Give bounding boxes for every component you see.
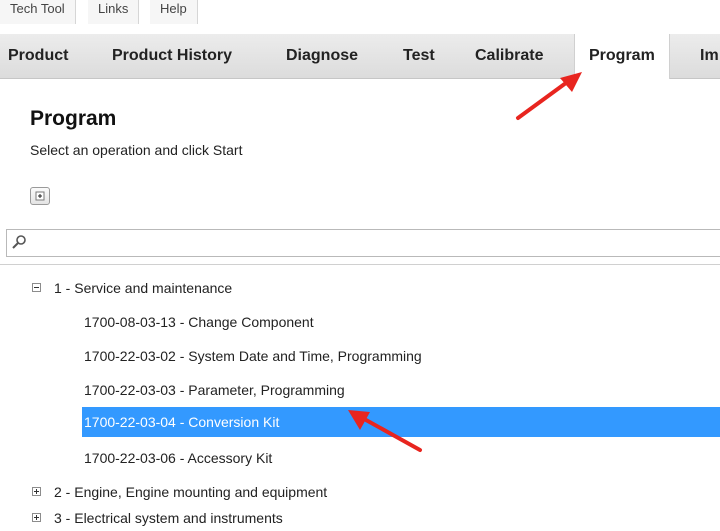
plus-icon [35, 191, 45, 201]
expand-toggle-icon[interactable] [32, 487, 41, 496]
tree-item-label: 1700-22-03-06 - Accessory Kit [84, 450, 273, 466]
tree-item[interactable]: 1700-22-03-03 - Parameter, Programming [0, 377, 720, 403]
tree-group-label: 3 - Electrical system and instruments [54, 510, 283, 526]
tab-test[interactable]: Test [403, 34, 435, 78]
tree-item[interactable]: 1700-22-03-02 - System Date and Time, Pr… [0, 343, 720, 369]
page-title: Program [30, 107, 117, 130]
collapse-toggle-icon[interactable] [32, 283, 41, 292]
tree-group-service-maintenance[interactable]: 1 - Service and maintenance [0, 275, 720, 301]
menu-item-tech-tool[interactable]: Tech Tool [0, 0, 76, 24]
tree-item-selected[interactable]: 1700-22-03-04 - Conversion Kit [0, 407, 720, 437]
top-menu-bar: Tech Tool Links Help [0, 0, 720, 28]
tree-group-electrical[interactable]: 3 - Electrical system and instruments [0, 505, 720, 531]
tree-group-label: 1 - Service and maintenance [54, 280, 233, 296]
tree-group-label: 2 - Engine, Engine mounting and equipmen… [54, 484, 328, 500]
search-icon [12, 235, 26, 249]
tree-item[interactable]: 1700-22-03-06 - Accessory Kit [0, 445, 720, 471]
tree-group-engine[interactable]: 2 - Engine, Engine mounting and equipmen… [0, 479, 720, 505]
tree-item-label: 1700-22-03-04 - Conversion Kit [84, 414, 280, 430]
tree-item-label: 1700-22-03-02 - System Date and Time, Pr… [84, 348, 422, 364]
tab-im[interactable]: Im [700, 34, 719, 78]
tab-calibrate[interactable]: Calibrate [475, 34, 543, 78]
menu-item-help[interactable]: Help [150, 0, 198, 24]
expand-all-button[interactable] [30, 187, 50, 205]
operation-tree: 1 - Service and maintenance 1700-08-03-1… [0, 264, 720, 528]
tree-item-label: 1700-08-03-13 - Change Component [84, 314, 314, 330]
tree-item-label: 1700-22-03-03 - Parameter, Programming [84, 382, 345, 398]
expand-toggle-icon[interactable] [32, 513, 41, 522]
tree-item[interactable]: 1700-08-03-13 - Change Component [0, 309, 720, 335]
search-input[interactable] [29, 232, 713, 256]
tab-diagnose[interactable]: Diagnose [286, 34, 358, 78]
page-subtitle: Select an operation and click Start [30, 142, 243, 158]
main-nav-bar: Product Product History Diagnose Test Ca… [0, 34, 720, 79]
tab-product-history[interactable]: Product History [112, 34, 232, 78]
tab-program[interactable]: Program [574, 34, 670, 79]
search-field[interactable] [6, 229, 720, 257]
tab-product[interactable]: Product [8, 34, 68, 78]
menu-item-links[interactable]: Links [88, 0, 140, 24]
